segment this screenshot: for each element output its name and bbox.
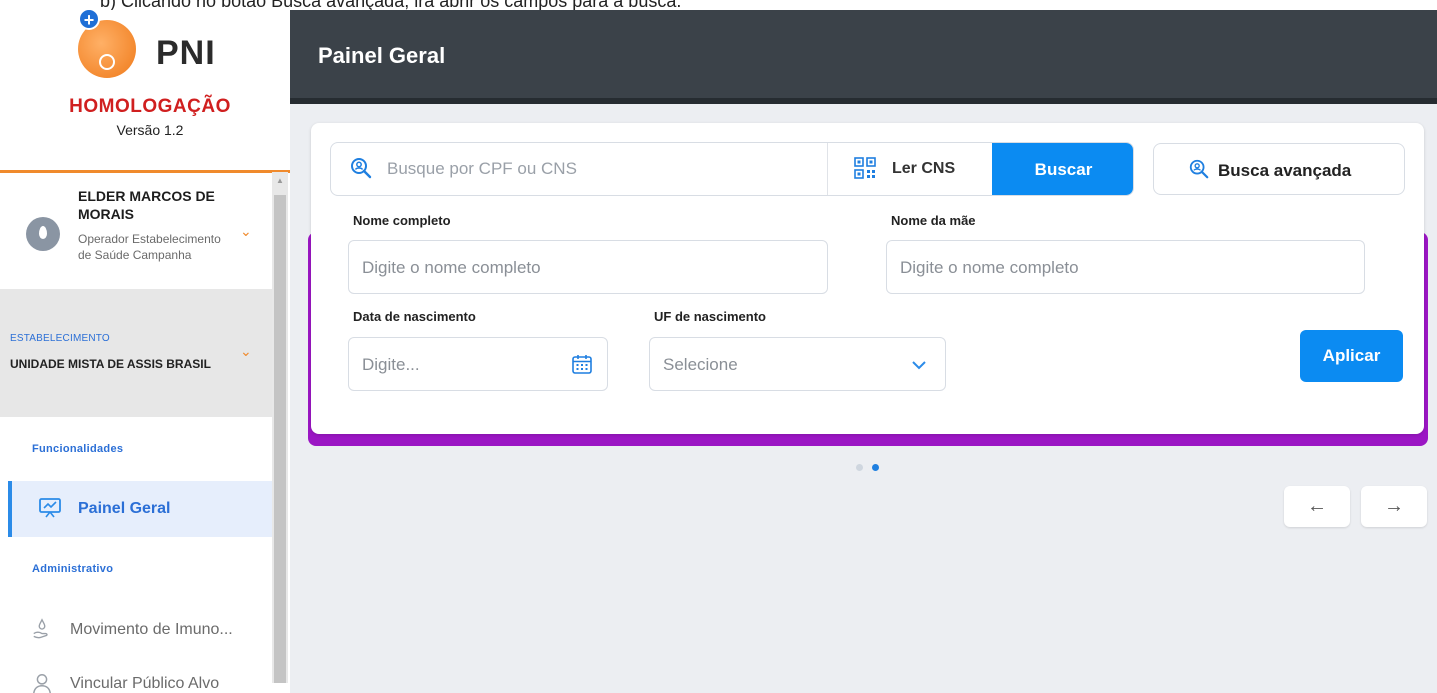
- brand-name: PNI: [156, 34, 216, 72]
- sidebar-item-vincular-publico[interactable]: Vincular Público Alvo: [8, 656, 272, 693]
- carousel-next-button[interactable]: →: [1361, 486, 1427, 527]
- establishment-label: ESTABELECIMENTO: [10, 333, 110, 344]
- version-label: Versão 1.2: [116, 122, 184, 138]
- search-button[interactable]: Buscar: [992, 143, 1133, 195]
- carousel-dot-active[interactable]: [872, 464, 879, 471]
- mother-name-label: Nome da mãe: [891, 213, 976, 228]
- plus-badge-icon: +: [78, 8, 100, 30]
- app-root: b) Clicando no botão Busca avançada, irá…: [0, 0, 1437, 693]
- scrollbar-thumb[interactable]: [274, 195, 286, 683]
- search-bar: Ler CNS Buscar: [330, 142, 1134, 196]
- user-profile[interactable]: ELDER MARCOS DE MORAIS Operador Estabele…: [0, 173, 272, 289]
- sidebar-item-label: Painel Geral: [78, 500, 171, 517]
- read-cns-button[interactable]: Ler CNS: [827, 143, 992, 195]
- read-cns-label: Ler CNS: [892, 160, 956, 177]
- advanced-search-button[interactable]: Busca avançada: [1153, 143, 1405, 195]
- chevron-down-icon[interactable]: ⌄: [240, 343, 252, 360]
- birth-date-field[interactable]: Digite...: [348, 337, 608, 391]
- page-title: Painel Geral: [318, 43, 446, 68]
- sidebar-item-painel-geral[interactable]: Painel Geral: [8, 481, 272, 537]
- environment-label: HOMOLOGAÇÃO: [69, 96, 231, 117]
- section-admin: Administrativo: [32, 563, 114, 575]
- chevron-down-icon[interactable]: ⌄: [240, 223, 252, 240]
- full-name-field[interactable]: Digite o nome completo: [348, 240, 828, 294]
- user-role: Operador Estabelecimento de Saúde Campan…: [78, 232, 221, 262]
- birth-date-placeholder: Digite...: [362, 355, 420, 374]
- carousel-prev-button[interactable]: ←: [1284, 486, 1350, 527]
- full-name-label: Nome completo: [353, 213, 451, 228]
- establishment-value: UNIDADE MISTA DE ASSIS BRASIL: [10, 357, 211, 371]
- top-header: [290, 10, 1437, 98]
- birth-uf-select[interactable]: Selecione: [649, 337, 946, 391]
- scroll-up-icon[interactable]: ▲: [276, 176, 284, 185]
- birth-uf-placeholder: Selecione: [663, 355, 738, 374]
- sidebar-item-label: Movimento de Imuno...: [70, 621, 233, 638]
- establishment-selector[interactable]: ESTABELECIMENTO UNIDADE MISTA DE ASSIS B…: [0, 289, 272, 417]
- user-name: ELDER MARCOS DE MORAIS: [78, 188, 215, 222]
- birth-uf-label: UF de nascimento: [654, 309, 766, 324]
- advanced-search-label: Busca avançada: [1218, 161, 1352, 180]
- carousel-dot[interactable]: [856, 464, 863, 471]
- calendar-icon[interactable]: [571, 353, 593, 375]
- hand-drop-icon: [33, 618, 48, 639]
- mother-name-placeholder: Digite o nome completo: [900, 258, 1079, 277]
- user-icon: [33, 674, 51, 693]
- qr-code-icon: [854, 157, 876, 179]
- birth-date-label: Data de nascimento: [353, 309, 476, 324]
- sidebar-item-label: Vincular Público Alvo: [70, 675, 220, 692]
- search-user-icon: [1189, 159, 1209, 179]
- chevron-down-icon: [912, 361, 926, 370]
- search-input[interactable]: [387, 143, 827, 195]
- apply-button[interactable]: Aplicar: [1300, 330, 1403, 382]
- app-logo: + PNI: [78, 6, 228, 78]
- avatar: [26, 217, 60, 251]
- mother-name-field[interactable]: Digite o nome completo: [886, 240, 1365, 294]
- full-name-placeholder: Digite o nome completo: [362, 258, 541, 277]
- search-user-icon: [351, 158, 372, 179]
- header-shadow: [290, 98, 1437, 104]
- sidebar-item-movimento-imuno[interactable]: Movimento de Imuno...: [8, 602, 272, 658]
- presentation-chart-icon: [39, 498, 61, 518]
- section-functions: Funcionalidades: [32, 443, 124, 455]
